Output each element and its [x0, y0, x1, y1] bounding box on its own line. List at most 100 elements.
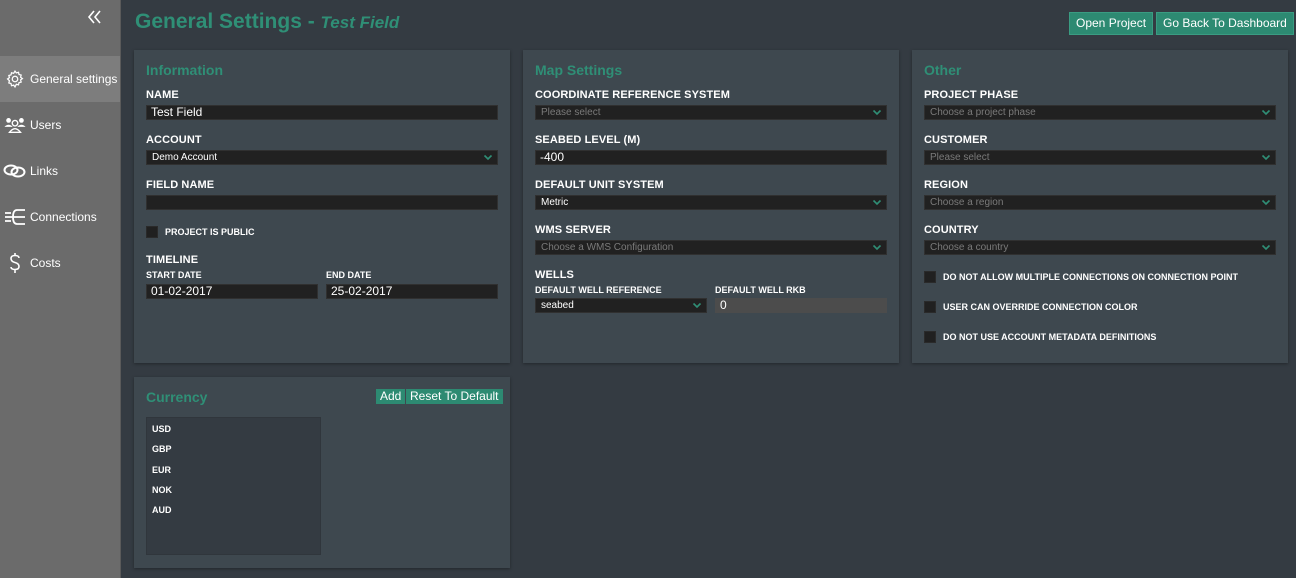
start-date-label: START DATE — [146, 270, 202, 280]
chevron-down-icon — [1261, 109, 1271, 116]
project-phase-label: PROJECT PHASE — [924, 89, 1019, 101]
checkbox-box[interactable] — [146, 226, 158, 238]
wms-server-placeholder: Choose a WMS Configuration — [541, 242, 674, 253]
crs-select[interactable]: Please select — [535, 105, 887, 120]
currency-panel: Currency Add Reset To Default USD GBP EU… — [134, 377, 510, 568]
country-label: COUNTRY — [924, 224, 979, 236]
sidebar-item-label: Users — [30, 118, 62, 132]
users-icon — [2, 112, 28, 138]
checkbox-box[interactable] — [924, 271, 936, 283]
project-phase-placeholder: Choose a project phase — [930, 107, 1036, 118]
other-panel: Other PROJECT PHASE Choose a project pha… — [912, 50, 1288, 363]
crs-label: COORDINATE REFERENCE SYSTEM — [535, 89, 731, 101]
well-reference-label: DEFAULT WELL REFERENCE — [535, 285, 662, 295]
sidebar-item-label: Costs — [30, 256, 61, 270]
sidebar-item-links[interactable]: Links — [0, 148, 120, 194]
sidebar-item-connections[interactable]: Connections — [0, 194, 120, 240]
connections-icon — [2, 204, 28, 230]
wms-server-select[interactable]: Choose a WMS Configuration — [535, 240, 887, 255]
chevron-down-icon — [872, 199, 882, 206]
sidebar: General settings Users Links Connections… — [0, 0, 121, 578]
currency-title: Currency — [146, 389, 208, 405]
unit-system-value: Metric — [541, 197, 569, 208]
page-title-main: General Settings - — [135, 10, 321, 33]
seabed-level-label: SEABED LEVEL (M) — [535, 134, 641, 146]
seabed-level-input[interactable]: -400 — [535, 150, 887, 165]
sidebar-item-users[interactable]: Users — [0, 102, 120, 148]
chevron-down-icon — [483, 154, 493, 161]
chevron-down-icon — [872, 109, 882, 116]
open-project-button[interactable]: Open Project — [1069, 12, 1154, 35]
well-rkb-label: DEFAULT WELL RKB — [715, 285, 806, 295]
dollar-icon — [2, 250, 28, 276]
crs-placeholder: Please select — [541, 107, 601, 118]
double-chevron-left-icon — [87, 10, 101, 24]
reset-to-default-button[interactable]: Reset To Default — [406, 389, 503, 404]
sidebar-item-general-settings[interactable]: General settings — [0, 56, 120, 102]
region-select[interactable]: Choose a region — [924, 195, 1276, 210]
link-icon — [2, 158, 28, 184]
no-multiple-connections-label: DO NOT ALLOW MULTIPLE CONNECTIONS ON CON… — [943, 272, 1238, 282]
page-title: General Settings - Test Field — [135, 10, 399, 34]
currency-list: USD GBP EUR NOK AUD — [146, 417, 321, 555]
project-public-checkbox[interactable]: PROJECT IS PUBLIC — [146, 226, 255, 238]
unit-system-label: DEFAULT UNIT SYSTEM — [535, 179, 664, 191]
no-account-metadata-checkbox[interactable]: DO NOT USE ACCOUNT METADATA DEFINITIONS — [924, 331, 1156, 343]
customer-label: CUSTOMER — [924, 134, 988, 146]
wms-server-label: WMS SERVER — [535, 224, 611, 236]
go-back-to-dashboard-button[interactable]: Go Back To Dashboard — [1156, 12, 1294, 35]
collapse-sidebar-button[interactable] — [86, 8, 106, 30]
customer-select[interactable]: Please select — [924, 150, 1276, 165]
well-reference-value: seabed — [541, 300, 574, 311]
field-name-label: FIELD NAME — [146, 179, 215, 191]
chevron-down-icon — [1261, 244, 1271, 251]
currency-item[interactable]: USD — [152, 424, 171, 434]
customer-placeholder: Please select — [930, 152, 990, 163]
region-label: REGION — [924, 179, 968, 191]
map-settings-panel: Map Settings COORDINATE REFERENCE SYSTEM… — [523, 50, 899, 363]
well-rkb-input[interactable]: 0 — [715, 298, 887, 313]
override-connection-color-checkbox[interactable]: USER CAN OVERRIDE CONNECTION COLOR — [924, 301, 1138, 313]
name-input[interactable]: Test Field — [146, 105, 498, 120]
currency-item[interactable]: EUR — [152, 465, 171, 475]
add-currency-button[interactable]: Add — [376, 389, 406, 404]
end-date-label: END DATE — [326, 270, 372, 280]
information-title: Information — [146, 62, 223, 78]
start-date-input[interactable]: 01-02-2017 — [146, 284, 318, 299]
override-connection-color-label: USER CAN OVERRIDE CONNECTION COLOR — [943, 302, 1138, 312]
currency-item[interactable]: NOK — [152, 485, 172, 495]
field-name-input[interactable] — [146, 195, 498, 210]
wells-label: WELLS — [535, 269, 574, 281]
timeline-label: TIMELINE — [146, 254, 199, 266]
name-label: NAME — [146, 89, 179, 101]
sidebar-item-costs[interactable]: Costs — [0, 240, 120, 286]
chevron-down-icon — [872, 244, 882, 251]
well-reference-select[interactable]: seabed — [535, 298, 707, 313]
no-multiple-connections-checkbox[interactable]: DO NOT ALLOW MULTIPLE CONNECTIONS ON CON… — [924, 271, 1238, 283]
currency-item[interactable]: GBP — [152, 444, 172, 454]
chevron-down-icon — [1261, 199, 1271, 206]
page-title-project: Test Field — [320, 13, 400, 32]
chevron-down-icon — [1261, 154, 1271, 161]
information-panel: Information NAME Test Field ACCOUNT Demo… — [134, 50, 510, 363]
currency-item[interactable]: AUD — [152, 505, 172, 515]
project-phase-select[interactable]: Choose a project phase — [924, 105, 1276, 120]
no-account-metadata-label: DO NOT USE ACCOUNT METADATA DEFINITIONS — [943, 332, 1157, 342]
map-settings-title: Map Settings — [535, 62, 623, 78]
chevron-down-icon — [692, 302, 702, 309]
sidebar-item-label: Links — [30, 164, 59, 178]
sidebar-item-label: Connections — [30, 210, 97, 224]
end-date-input[interactable]: 25-02-2017 — [326, 284, 498, 299]
project-public-label: PROJECT IS PUBLIC — [165, 227, 255, 237]
checkbox-box[interactable] — [924, 301, 936, 313]
checkbox-box[interactable] — [924, 331, 936, 343]
account-select[interactable]: Demo Account — [146, 150, 498, 165]
account-label: ACCOUNT — [146, 134, 202, 146]
country-select[interactable]: Choose a country — [924, 240, 1276, 255]
account-select-value: Demo Account — [152, 152, 218, 163]
region-placeholder: Choose a region — [930, 197, 1004, 208]
other-title: Other — [924, 62, 962, 78]
gear-icon — [2, 66, 28, 92]
unit-system-select[interactable]: Metric — [535, 195, 887, 210]
country-placeholder: Choose a country — [930, 242, 1009, 253]
